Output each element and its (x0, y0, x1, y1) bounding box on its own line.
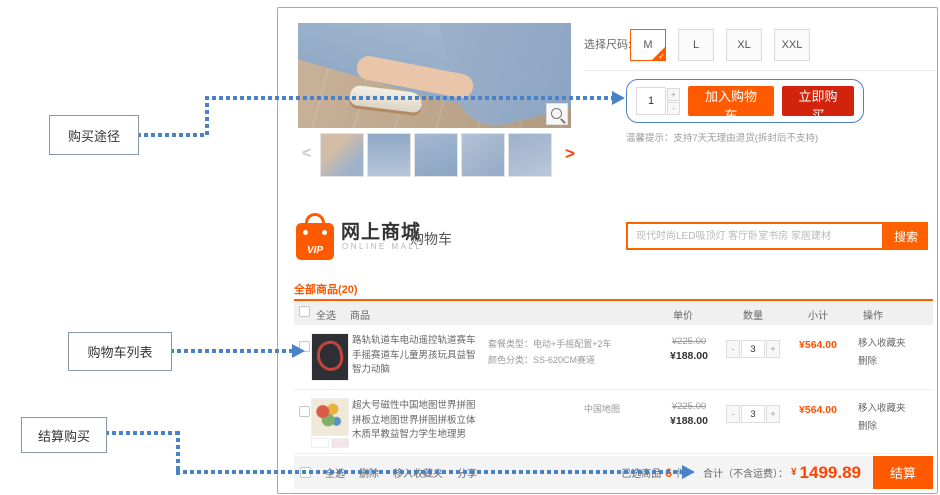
cart-item-row: 路轨轨道车电动遥控轨道赛车手摇赛道车儿童男孩玩具益智智力动脑 套餐类型：电动+手… (294, 325, 933, 390)
product-thumbnail[interactable] (461, 133, 505, 177)
add-to-cart-button[interactable]: 加入购物车 (688, 86, 774, 116)
item-actions: 移入收藏夹 删除 (858, 400, 906, 436)
annotation-checkout: 结算购买 (21, 417, 107, 453)
item-title[interactable]: 超大号磁性中国地图世界拼图拼板立地图世界拼图拼板立体木质早教益智力学生地理男 (352, 399, 484, 443)
move-to-favorites-link[interactable]: 移入收藏夹 (858, 335, 906, 353)
size-options: M ✓ L XL XXL (630, 29, 810, 61)
cart-table-header: 全选 商品 单价 数量 小计 操作 (294, 301, 933, 325)
product-main-image[interactable] (298, 23, 571, 128)
dotted-line (170, 349, 293, 353)
item-checkbox[interactable] (299, 406, 310, 417)
dotted-line (105, 431, 178, 435)
dotted-line (176, 470, 683, 474)
thumbs-prev-icon[interactable]: < (302, 145, 311, 163)
total-label: 合计（不含运费）： (703, 465, 788, 480)
size-option-label: XL (737, 39, 750, 51)
header-quantity: 数量 (743, 307, 763, 322)
select-all-checkbox[interactable] (299, 306, 310, 317)
item-subtotal: ¥564.00 (773, 339, 863, 351)
header-product: 商品 (350, 307, 370, 322)
checkout-button[interactable]: 结算 (873, 456, 933, 489)
dotted-line (205, 96, 613, 100)
item-specs: 套餐类型：电动+手摇配置+2车 颜色分类：SS-620CM赛道 (488, 336, 640, 368)
thumbnail-strip (320, 133, 552, 177)
product-thumbnail[interactable] (320, 133, 364, 177)
size-option-xxl[interactable]: XXL (774, 29, 810, 61)
dotted-line (176, 431, 180, 475)
header-select-all: 全选 (316, 307, 336, 322)
item-spec: 颜色分类：SS-620CM赛道 (488, 352, 640, 368)
main-panel: < > 选择尺码: M ✓ L XL XXL + - 加入购物车 立即购买 温馨… (277, 7, 938, 494)
buy-action-group: + - 加入购物车 立即购买 (626, 79, 864, 123)
search-input[interactable] (626, 222, 884, 250)
size-option-label: L (693, 39, 699, 51)
product-thumbnail[interactable] (414, 133, 458, 177)
size-label: 选择尺码: (584, 36, 631, 52)
page-title: 购物车 (410, 229, 452, 249)
move-to-favorites-link[interactable]: 移入收藏夹 (858, 400, 906, 418)
size-option-label: M (643, 39, 652, 51)
product-thumbnail[interactable] (508, 133, 552, 177)
quantity-input[interactable] (741, 340, 765, 358)
logo-badge: VIP (296, 245, 334, 256)
item-subtotal: ¥564.00 (773, 404, 863, 416)
mall-name: 网上商城 (341, 217, 421, 244)
annotation-purchase-path: 购买途径 (49, 115, 139, 155)
size-option-xl[interactable]: XL (726, 29, 762, 61)
section-divider (584, 70, 936, 71)
item-title[interactable]: 路轨轨道车电动遥控轨道赛车手摇赛道车儿童男孩玩具益智智力动脑 (352, 334, 484, 378)
check-icon: ✓ (658, 52, 665, 61)
total-amount: 1499.89 (800, 463, 861, 483)
quantity-decrease-button[interactable]: - (667, 102, 680, 115)
item-spec: 套餐类型：电动+手摇配置+2车 (488, 336, 640, 352)
product-thumbnail[interactable] (367, 133, 411, 177)
thumbs-next-icon[interactable]: > (565, 144, 575, 164)
quantity-decrease-button[interactable]: - (726, 340, 740, 358)
dotted-line (205, 96, 209, 137)
bag-eye (322, 230, 327, 235)
size-option-m[interactable]: M ✓ (630, 29, 666, 61)
dotted-line (137, 133, 205, 137)
size-option-l[interactable]: L (678, 29, 714, 61)
quantity-increase-button[interactable]: + (667, 88, 680, 101)
quantity-input[interactable] (741, 405, 765, 423)
header-subtotal: 小计 (808, 307, 828, 322)
cart-item-row: 超大号磁性中国地图世界拼图拼板立地图世界拼图拼板立体木质早教益智力学生地理男 中… (294, 390, 933, 454)
item-actions: 移入收藏夹 删除 (858, 335, 906, 371)
item-image-extra (311, 438, 349, 448)
delete-link[interactable]: 删除 (858, 418, 906, 436)
annotation-cart-list: 购物车列表 (68, 332, 172, 371)
quantity-decrease-button[interactable]: - (726, 405, 740, 423)
header-actions: 操作 (863, 307, 883, 322)
item-image[interactable] (311, 398, 349, 436)
currency-symbol: ¥ (791, 467, 797, 478)
search-button[interactable]: 搜索 (884, 222, 928, 250)
arrow-head-icon (612, 91, 625, 105)
magnifier-icon[interactable] (546, 103, 568, 125)
size-option-label: XXL (782, 39, 803, 51)
return-policy-tip: 温馨提示：支持7天无理由退货(拆封后不支持) (626, 130, 818, 144)
quantity-input[interactable] (636, 87, 666, 115)
cart-section-title: 全部商品(20) (294, 281, 358, 297)
item-image[interactable] (311, 333, 349, 381)
buy-now-button[interactable]: 立即购买 (782, 86, 854, 116)
mall-logo-bag-icon: VIP (296, 213, 334, 260)
bag-eye (303, 230, 308, 235)
delete-link[interactable]: 删除 (858, 353, 906, 371)
arrow-head-icon (292, 344, 305, 358)
arrow-head-icon (682, 465, 695, 479)
header-unit-price: 单价 (673, 307, 693, 322)
quantity-stepper: + - (636, 87, 680, 115)
